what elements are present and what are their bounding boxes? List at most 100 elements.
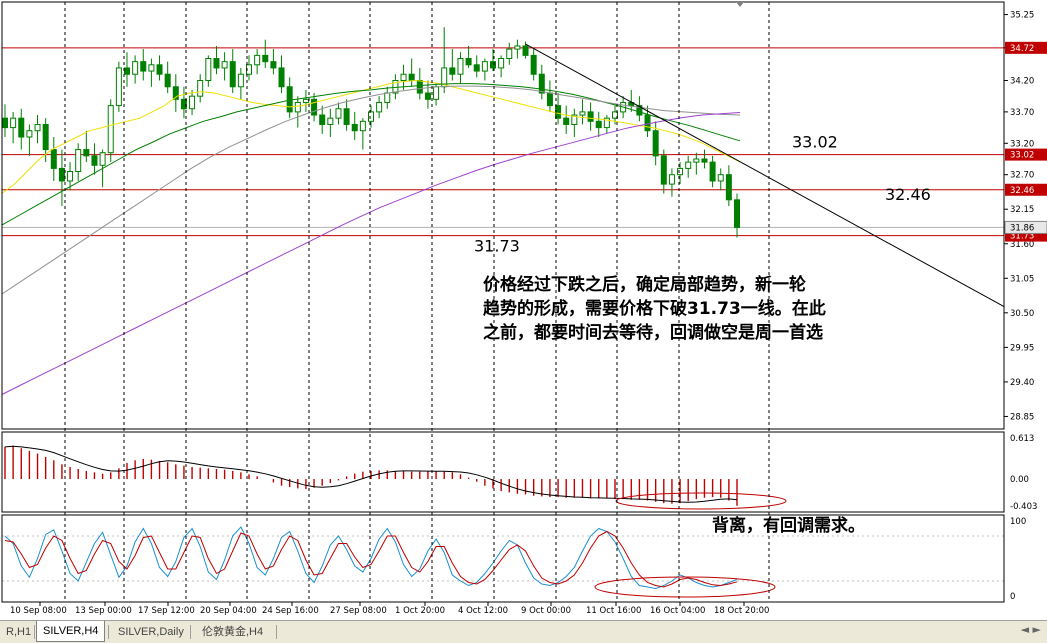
level-price-tag-label: 34.72 [1010,44,1034,54]
stochastic-tick-label: 100 [1010,517,1026,527]
candle-body [644,114,651,132]
time-tick-label: 20 Sep 04:00 [200,606,257,616]
current-price-tag-label: 31.86 [1010,223,1034,233]
candle-body [205,58,212,81]
stochastic-tick-label: 0 [1010,592,1015,602]
tab-separator [276,625,277,639]
candle-body [384,92,391,103]
candle-body [26,130,33,138]
main-annotation: 价格经过下跌之后，确定局部趋势，新一轮 趋势的形成，需要价格下破31.73一线。… [483,273,826,345]
tab-silver-h4[interactable]: SILVER,H4 [36,621,106,642]
candle-body [302,98,309,103]
candle-body [343,108,350,125]
level-annotation: 33.02 [792,133,838,152]
pane-frame [1,431,1005,513]
candle-body [498,58,505,69]
candle-body [400,73,407,81]
candle-body [701,158,708,163]
candle-body [652,130,659,157]
time-tick-label: 11 Oct 16:00 [586,606,641,616]
chart-shift-marker-icon [736,2,744,7]
candle-body [359,120,366,132]
price-tick-label: 31.05 [1010,274,1034,284]
macd-tick-label: 0.613 [1010,434,1034,444]
candle-body [408,73,415,81]
candle-body [368,111,374,122]
candle-body [189,95,196,110]
candle-body [546,92,553,107]
time-tick-label: 17 Sep 12:00 [138,606,195,616]
level-price-tag-label: 33.02 [1010,151,1034,161]
candle-body [294,101,301,113]
candle-body [124,67,130,75]
candle-body [197,79,204,97]
candle-body [660,155,667,185]
candle-body [132,61,139,75]
tab-separator [108,625,109,639]
candle-body [213,58,220,69]
candle-body [254,54,261,66]
candle-body [75,149,82,173]
candle-body [473,64,480,72]
candle-body [717,174,724,182]
candle-body [164,73,171,88]
candle-body [709,161,716,182]
time-tick-label: 18 Oct 20:00 [714,606,769,616]
time-tick-label: 10 Sep 08:00 [10,606,67,616]
candle-body [481,61,488,72]
candle-body [2,117,8,129]
price-tick-label: 32.15 [1010,205,1034,215]
chart-tab-bar: R,H1 SILVER,H4 SILVER,Daily 伦敦黄金,H4 ◄ ► [0,620,1047,643]
time-tick-label: 16 Oct 04:00 [650,606,705,616]
candle-body [50,149,57,169]
candle-body [270,61,277,69]
price-tick-label: 29.40 [1010,378,1034,388]
candle-body [58,167,65,182]
candle-body [148,64,155,72]
macd-tick-label: 0.00 [1010,475,1029,485]
level-annotation: 31.73 [474,237,520,256]
candle-body [99,152,106,166]
candle-body [506,48,513,60]
tab-london-gold-h4[interactable]: 伦敦黄金,H4 [196,623,269,641]
tab-scroll-arrows-icon[interactable]: ◄ ► [1021,623,1041,636]
candle-body [514,45,521,50]
price-tick-label: 35.25 [1010,11,1034,21]
time-tick-label: 9 Oct 00:00 [521,606,571,616]
candle-body [685,161,692,169]
candle-body [538,73,545,94]
candle-body [449,67,456,75]
tab-separator [34,625,35,639]
candle-body [734,199,740,228]
level-price-tag-label: 32.46 [1010,186,1034,196]
candle-body [115,67,122,107]
tab-r-h1[interactable]: R,H1 [0,623,37,641]
candle-body [10,117,17,129]
candle-body [311,98,318,116]
tab-silver-daily[interactable]: SILVER,Daily [112,623,190,641]
time-tick-label: 27 Sep 08:00 [330,606,387,616]
price-tick-label: 29.95 [1010,343,1034,353]
price-tick-label: 32.70 [1010,171,1034,181]
candle-body [262,54,269,63]
price-tick-label: 30.50 [1010,309,1034,319]
candle-body [156,64,163,75]
main-annotation-line: 价格经过下跌之后，确定局部趋势，新一轮 [483,275,806,295]
candle-body [530,54,537,75]
candle-body [563,117,570,125]
candle-body [579,111,586,116]
candle-body [587,111,594,122]
candle-body [278,67,285,88]
candle-body [595,120,602,129]
level-annotation: 32.46 [885,185,931,204]
candle-body [327,117,334,125]
candle-body [668,174,675,185]
time-tick-label: 4 Oct 12:00 [458,606,508,616]
candle-body [433,86,440,100]
price-tick-label: 33.70 [1010,108,1034,118]
divergence-ellipse [594,576,776,598]
candle-body [319,114,326,125]
tab-separator [190,625,191,639]
divergence-ellipse [615,492,787,510]
time-tick-label: 13 Sep 00:00 [75,606,132,616]
